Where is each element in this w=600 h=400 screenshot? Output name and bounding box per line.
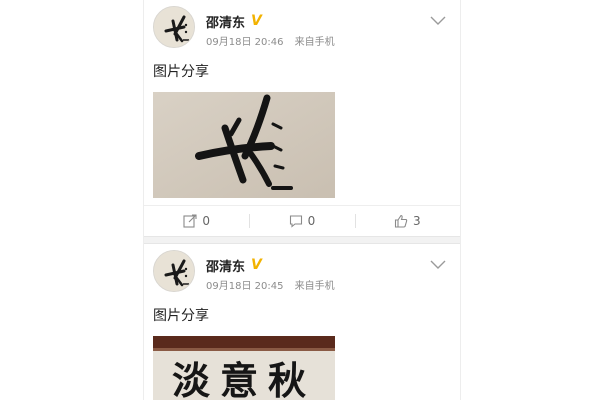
chevron-down-icon[interactable] bbox=[430, 14, 446, 26]
post-source: 来自手机 bbox=[294, 281, 335, 292]
user-name-row: 邵清东 V bbox=[206, 12, 262, 31]
like-button[interactable]: 3 bbox=[354, 212, 460, 230]
post-card: 邵清东 V 09月18日 20:46 来自手机 图片分享 0 0 3 bbox=[144, 0, 460, 236]
post-text: 图片分享 bbox=[153, 308, 209, 324]
post-separator bbox=[144, 236, 460, 244]
calligraphy-image: 淡意秋 bbox=[153, 336, 335, 400]
post-meta: 09月18日 20:46 来自手机 bbox=[206, 33, 335, 48]
avatar[interactable] bbox=[153, 6, 195, 48]
post-image[interactable]: 淡意秋 bbox=[153, 336, 335, 400]
avatar-calligraphy-image bbox=[154, 7, 194, 47]
calligraphy-image bbox=[153, 92, 335, 198]
like-count: 3 bbox=[413, 214, 421, 228]
repost-button[interactable]: 0 bbox=[144, 212, 249, 230]
comment-icon bbox=[289, 215, 302, 228]
post-source: 来自手机 bbox=[294, 37, 335, 48]
thumbs-up-icon bbox=[394, 214, 408, 228]
comment-count: 0 bbox=[307, 214, 316, 228]
post-actions: 0 0 3 bbox=[144, 205, 460, 236]
post-image[interactable] bbox=[153, 92, 335, 198]
verified-badge-icon: V bbox=[251, 13, 262, 29]
weibo-feed: 邵清东 V 09月18日 20:46 来自手机 图片分享 0 0 3 邵清东 V… bbox=[143, 0, 461, 400]
calligraphy-text: 淡意秋 bbox=[172, 358, 316, 400]
user-name-row: 邵清东 V bbox=[206, 256, 262, 275]
verified-badge-icon: V bbox=[251, 257, 262, 273]
repost-icon bbox=[183, 214, 197, 228]
avatar[interactable] bbox=[153, 250, 195, 292]
user-name[interactable]: 邵清东 bbox=[206, 12, 245, 31]
comment-button[interactable]: 0 bbox=[249, 212, 354, 230]
post-time: 09月18日 20:46 bbox=[206, 37, 284, 48]
repost-count: 0 bbox=[202, 214, 210, 228]
post-text: 图片分享 bbox=[153, 64, 209, 80]
post-meta: 09月18日 20:45 来自手机 bbox=[206, 277, 335, 292]
post-card: 邵清东 V 09月18日 20:45 来自手机 图片分享 淡意秋 bbox=[144, 244, 460, 400]
chevron-down-icon[interactable] bbox=[430, 258, 446, 270]
avatar-calligraphy-image bbox=[154, 251, 194, 291]
post-time: 09月18日 20:45 bbox=[206, 281, 284, 292]
user-name[interactable]: 邵清东 bbox=[206, 256, 245, 275]
